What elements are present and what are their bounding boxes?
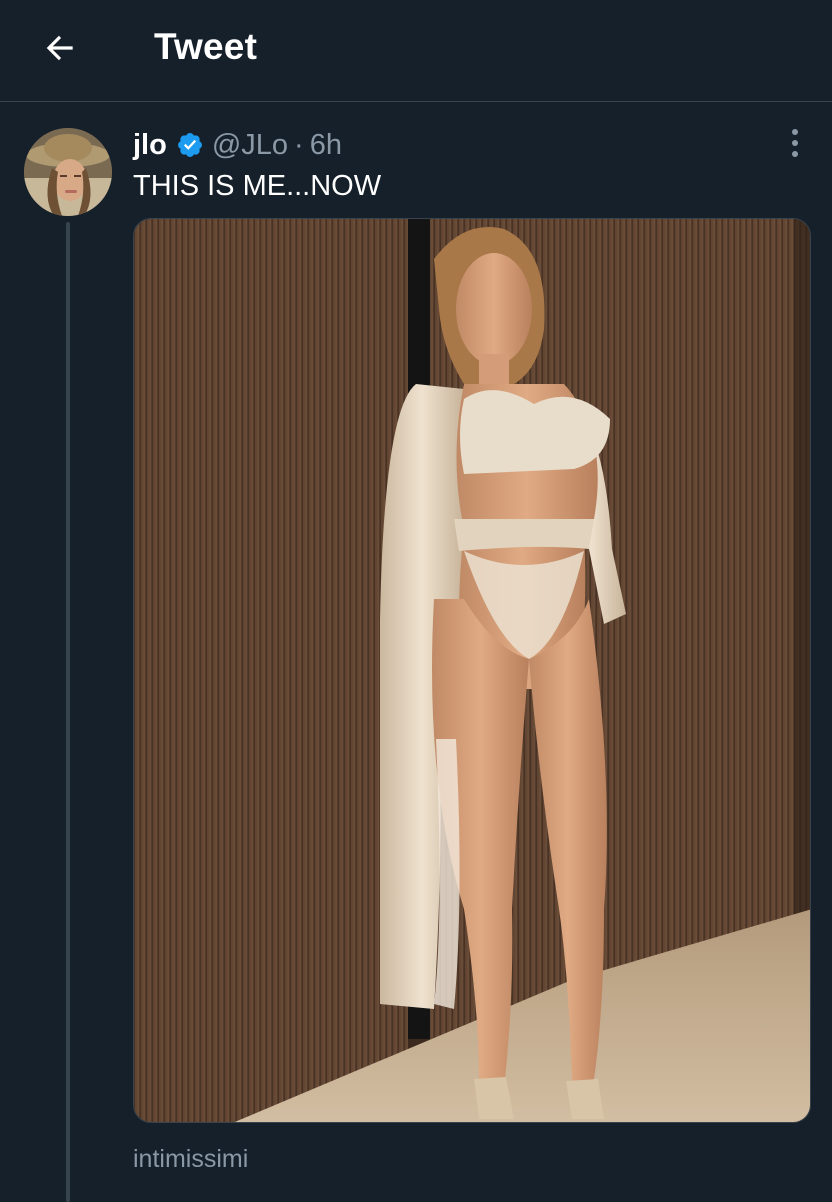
media-tag[interactable]: intimissimi (133, 1142, 248, 1176)
tweet-photo[interactable] (133, 218, 811, 1123)
back-button[interactable] (32, 20, 88, 76)
tweet[interactable]: jlo @JLo · 6h THIS IS ME...NOW intimissi… (0, 102, 832, 1202)
verified-badge-icon (176, 131, 204, 159)
tweet-header: jlo @JLo · 6h (133, 124, 342, 166)
more-options-button[interactable] (776, 124, 814, 162)
top-app-bar: Tweet (0, 0, 832, 102)
tweet-text: THIS IS ME...NOW (133, 170, 382, 202)
separator-dot: · (294, 129, 304, 161)
thread-line (66, 222, 70, 1202)
user-handle[interactable]: @JLo (212, 124, 288, 166)
avatar[interactable] (24, 128, 112, 216)
timestamp[interactable]: 6h (310, 124, 342, 166)
more-vertical-icon (792, 129, 798, 157)
arrow-left-icon (46, 35, 73, 61)
page-title: Tweet (154, 26, 258, 67)
display-name[interactable]: jlo (133, 124, 167, 166)
